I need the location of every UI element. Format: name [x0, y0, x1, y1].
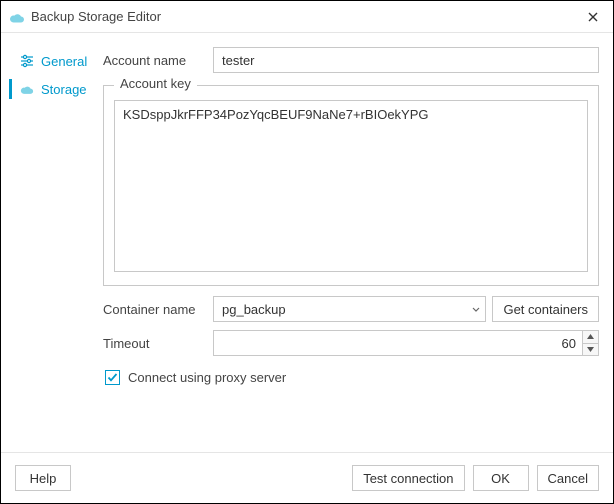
cancel-button[interactable]: Cancel: [537, 465, 599, 491]
main-panel: Account name Account key Container name …: [103, 47, 599, 452]
footer: Help Test connection OK Cancel: [1, 452, 613, 503]
ok-button[interactable]: OK: [473, 465, 529, 491]
sidebar-item-label: General: [41, 54, 87, 69]
body: General Storage Account name Account key…: [1, 33, 613, 452]
sidebar: General Storage: [1, 47, 103, 452]
proxy-label: Connect using proxy server: [128, 370, 286, 385]
spin-up-button[interactable]: [583, 331, 598, 343]
backup-storage-editor-window: Backup Storage Editor General: [0, 0, 614, 504]
help-button[interactable]: Help: [15, 465, 71, 491]
cloud-icon: [9, 9, 25, 25]
sidebar-item-general[interactable]: General: [1, 49, 103, 73]
account-name-input[interactable]: [213, 47, 599, 73]
sidebar-item-storage[interactable]: Storage: [1, 77, 103, 101]
timeout-row: Timeout: [103, 330, 599, 356]
proxy-checkbox[interactable]: [105, 370, 120, 385]
account-name-label: Account name: [103, 53, 213, 68]
account-key-textarea[interactable]: [114, 100, 588, 272]
account-name-row: Account name: [103, 47, 599, 73]
titlebar: Backup Storage Editor: [1, 1, 613, 33]
window-title: Backup Storage Editor: [31, 9, 583, 24]
timeout-label: Timeout: [103, 336, 213, 351]
account-key-fieldset: Account key: [103, 85, 599, 286]
close-button[interactable]: [583, 7, 603, 27]
container-label: Container name: [103, 302, 213, 317]
sidebar-item-label: Storage: [41, 82, 87, 97]
account-key-label: Account key: [114, 76, 197, 91]
container-row: Container name Get containers: [103, 296, 599, 322]
container-combo-wrap: [213, 296, 486, 322]
timeout-input[interactable]: [214, 331, 582, 355]
spin-buttons: [582, 331, 598, 355]
get-containers-button[interactable]: Get containers: [492, 296, 599, 322]
spin-down-button[interactable]: [583, 343, 598, 356]
timeout-spinner: [213, 330, 599, 356]
proxy-row: Connect using proxy server: [105, 370, 599, 385]
cloud-icon: [19, 81, 35, 97]
test-connection-button[interactable]: Test connection: [352, 465, 464, 491]
sliders-icon: [19, 53, 35, 69]
container-combo[interactable]: [213, 296, 486, 322]
